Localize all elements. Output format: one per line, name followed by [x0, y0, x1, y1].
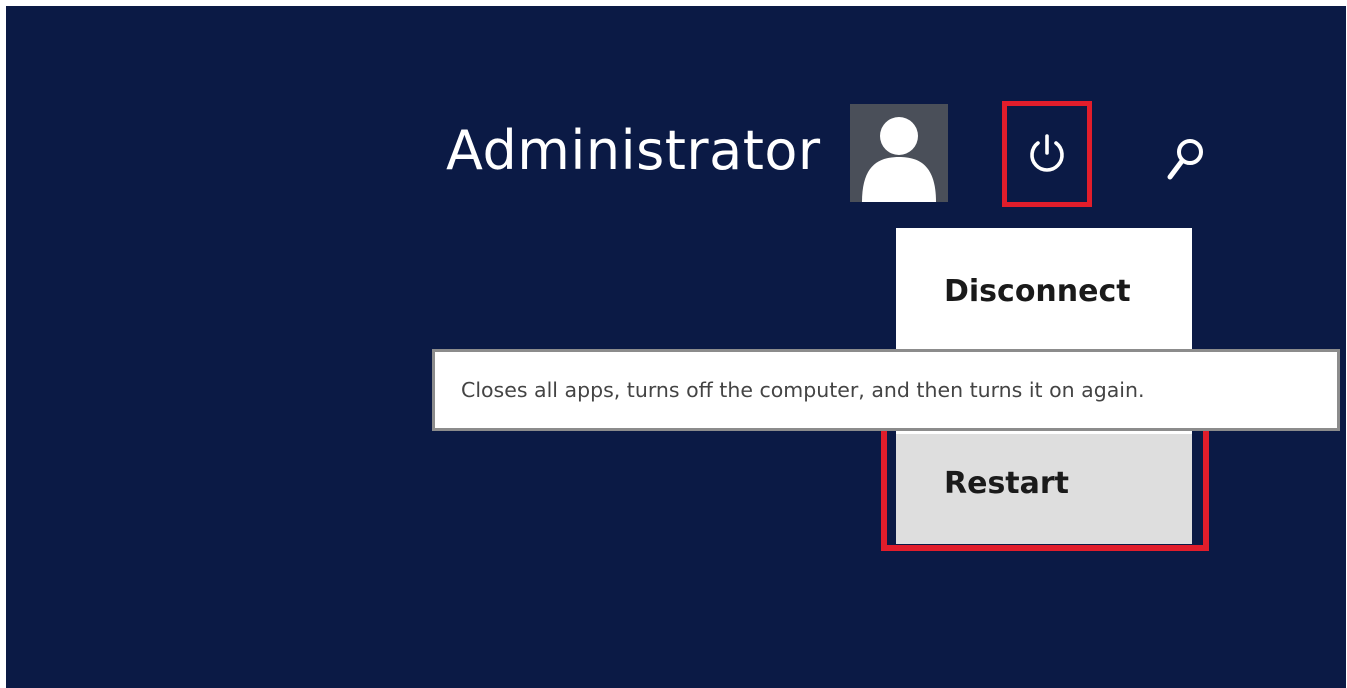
- power-button[interactable]: [1002, 101, 1092, 207]
- disconnect-menu-item[interactable]: Disconnect: [896, 228, 1192, 356]
- restart-tooltip: Closes all apps, turns off the computer,…: [432, 349, 1340, 431]
- power-icon: [1030, 134, 1064, 172]
- user-name[interactable]: Administrator: [446, 124, 821, 178]
- user-avatar-icon[interactable]: [850, 104, 948, 202]
- search-icon: [1167, 139, 1203, 180]
- search-button[interactable]: [1160, 132, 1210, 188]
- start-screen: Administrator Disconnect Restart Closes …: [6, 6, 1346, 688]
- restart-menu-item[interactable]: Restart: [896, 434, 1192, 544]
